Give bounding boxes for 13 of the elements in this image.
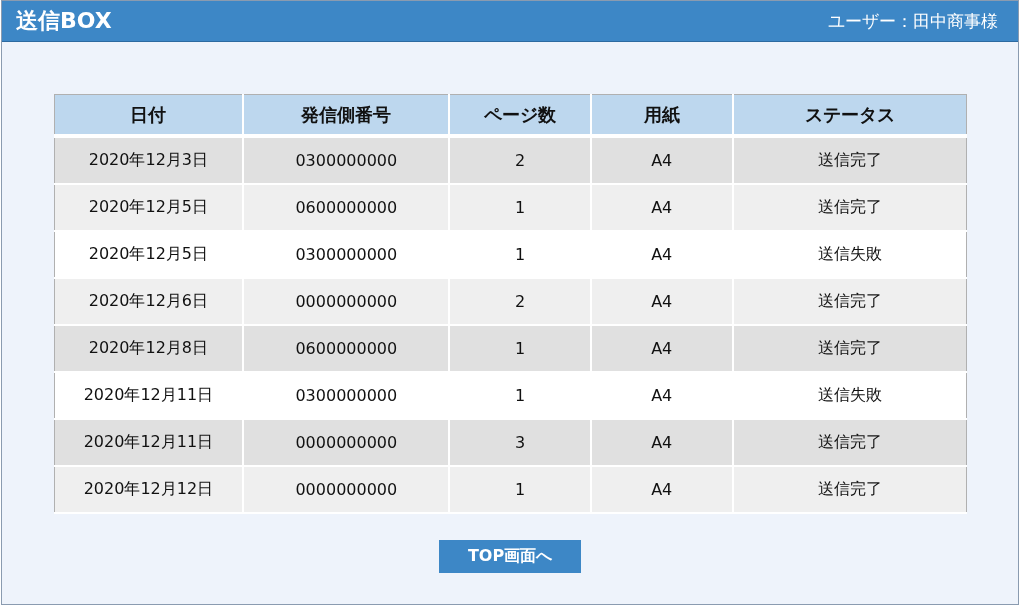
top-screen-button[interactable]: TOP画面へ <box>439 540 581 573</box>
table-cell: 2020年12月12日 <box>54 466 244 513</box>
column-header: ステータス <box>732 94 966 136</box>
column-header: 日付 <box>54 94 244 136</box>
table-cell: 送信完了 <box>732 466 966 513</box>
window-title: 送信BOX <box>16 7 112 35</box>
table-cell: 0000000000 <box>243 466 450 513</box>
table-cell: 1 <box>449 466 591 513</box>
column-header: 用紙 <box>590 94 733 136</box>
table-cell: A4 <box>590 466 733 513</box>
column-header: 発信側番号 <box>243 94 450 136</box>
user-name: ユーザー：田中商事様 <box>828 9 998 33</box>
column-header: ページ数 <box>449 94 591 136</box>
